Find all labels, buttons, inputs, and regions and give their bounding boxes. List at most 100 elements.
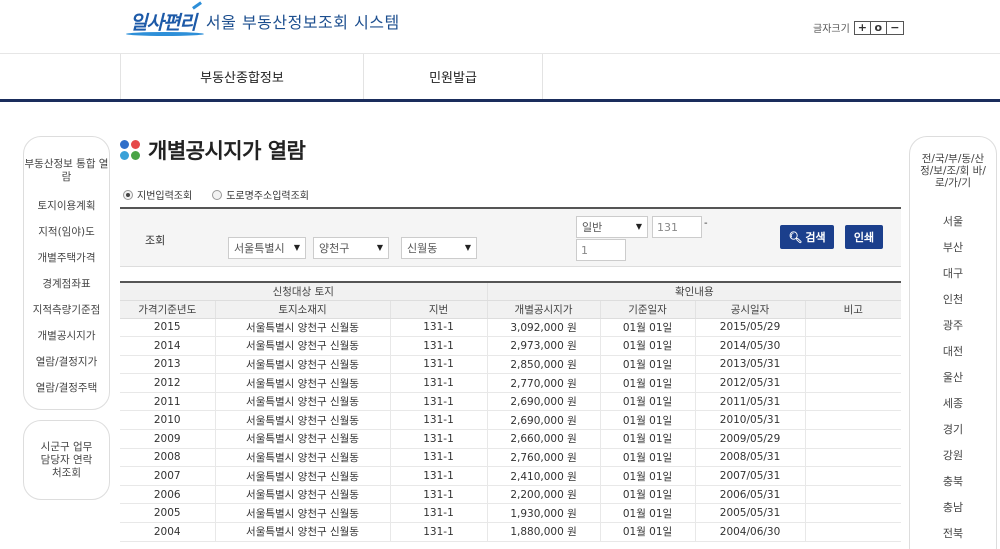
cell-jibun: 131-1 — [389, 318, 488, 338]
logo-pen-icon — [191, 1, 202, 10]
region-link-gwangju[interactable]: 광주 — [910, 313, 996, 339]
left-menu-item-house-price[interactable]: 개별주택가격 — [24, 245, 109, 271]
cell-base-date: 01월 01일 — [599, 355, 696, 375]
cell-location: 서울특별시 양천구 신월동 — [214, 392, 390, 412]
nav-real-estate-info[interactable]: 부동산종합정보 — [120, 54, 363, 99]
cell-year: 2011 — [120, 392, 215, 412]
table-row: 2005 서울특별시 양천구 신월동 131-1 1,930,000 원 01월 01일… — [120, 503, 902, 524]
cell-jibun: 131-1 — [389, 336, 488, 356]
region-link-seoul[interactable]: 서울 — [910, 209, 996, 235]
cell-price: 2,770,000 원 — [486, 373, 601, 393]
land-price-table: 신청대상 토지 확인내용 가격기준년도 토지소재지 지번 개별공시지가 기준일자… — [120, 281, 902, 542]
region-link-jeonbuk[interactable]: 전북 — [910, 521, 996, 547]
region-link-ulsan[interactable]: 울산 — [910, 365, 996, 391]
left-menu-item-land-price[interactable]: 개별공시지가 — [24, 323, 109, 349]
table-row: 2004 서울특별시 양천구 신월동 131-1 1,880,000 원 01월 01일… — [120, 522, 902, 542]
cell-price: 2,760,000 원 — [486, 448, 601, 468]
col-header-base-date: 기준일자 — [599, 300, 696, 319]
radio-circle-checked[interactable] — [123, 189, 133, 200]
region-link-incheon[interactable]: 인천 — [910, 287, 996, 313]
table-row: 2010 서울특별시 양천구 신월동 131-1 2,690,000 원 01월 01일… — [120, 410, 902, 431]
cell-jibun: 131-1 — [389, 503, 488, 524]
search-mode-radios: 지번입력조회 도로명주소입력조회 — [123, 187, 329, 202]
search-panel: 조회 서울특별시 ▼ 양천구 ▼ 신월동 ▼ 일반 ▼ 131 - 1 🔍︎ 검색 인쇄 — [120, 207, 901, 267]
region-link-daejeon[interactable]: 대전 — [910, 339, 996, 365]
radio-jibun-search[interactable]: 지번입력조회 — [123, 187, 192, 202]
nav-civil-documents[interactable]: 민원발급 — [363, 54, 543, 99]
left-menu-item-cadastral-map[interactable]: 지적(임야)도 — [24, 219, 109, 245]
cell-note — [804, 466, 902, 486]
land-type-select[interactable]: 일반 ▼ — [576, 216, 648, 238]
region-link-busan[interactable]: 부산 — [910, 235, 996, 261]
font-size-decrease-button[interactable]: − — [887, 22, 903, 34]
table-row: 2006 서울특별시 양천구 신월동 131-1 2,200,000 원 01월 01일… — [120, 485, 902, 505]
cell-note — [804, 392, 902, 412]
left-menu-item-land-use[interactable]: 토지이용계획 — [24, 193, 109, 219]
sido-select[interactable]: 서울특별시 ▼ — [228, 237, 306, 259]
cell-year: 2007 — [120, 466, 215, 486]
font-size-control: 글자크기 + o − — [813, 20, 904, 35]
contact-lookup-link[interactable]: 시군구 업무담당자 연락처조회 — [23, 420, 110, 500]
left-menu-item-decided-land-price[interactable]: 열람/결정지가 — [24, 349, 109, 375]
table-row: 2013 서울특별시 양천구 신월동 131-1 2,850,000 원 01월 01일… — [120, 355, 902, 375]
cell-location: 서울특별시 양천구 신월동 — [214, 373, 390, 393]
region-link-sejong[interactable]: 세종 — [910, 391, 996, 417]
system-title: 서울 부동산정보조회 시스템 — [205, 13, 400, 32]
cell-jibun: 131-1 — [389, 355, 488, 375]
region-menu-title: 전/국/부/동/산 정/보/조/회 바/로/가/기 — [920, 153, 986, 189]
cell-location: 서울특별시 양천구 신월동 — [214, 448, 390, 468]
cell-jibun: 131-1 — [389, 429, 488, 449]
cell-note — [804, 448, 902, 468]
cell-price: 2,973,000 원 — [486, 336, 601, 356]
region-link-chungnam[interactable]: 충남 — [910, 495, 996, 521]
radio-circle[interactable] — [212, 189, 223, 200]
region-link-gangwon[interactable]: 강원 — [910, 443, 996, 469]
font-size-increase-button[interactable]: + — [855, 21, 871, 34]
cell-jibun: 131-1 — [389, 410, 488, 431]
region-link-gyeonggi[interactable]: 경기 — [910, 417, 996, 443]
left-menu-item-integrated[interactable]: 부동산정보 통합 열람 — [24, 151, 109, 191]
font-size-label: 글자크기 — [813, 24, 850, 35]
cell-note — [804, 503, 902, 524]
cell-price: 2,660,000 원 — [486, 429, 601, 449]
cell-base-date: 01월 01일 — [599, 429, 696, 449]
font-size-reset-button[interactable]: o — [871, 21, 887, 34]
left-menu-item-boundary[interactable]: 경계점좌표 — [24, 271, 109, 297]
bunji-sub-input[interactable]: 1 — [576, 239, 626, 261]
cell-announce-date: 2007/05/31 — [694, 466, 806, 486]
col-header-year: 가격기준년도 — [120, 300, 215, 319]
left-side-menu: 부동산정보 통합 열람 토지이용계획 지적(임야)도 개별주택가격 경계점좌표 … — [23, 136, 110, 410]
cell-announce-date: 2006/05/31 — [694, 485, 806, 505]
cell-location: 서울특별시 양천구 신월동 — [214, 355, 390, 375]
cell-year: 2008 — [120, 448, 215, 468]
cell-base-date: 01월 01일 — [599, 318, 696, 338]
logo-mark: 일사편리 — [126, 1, 204, 36]
sido-value: 서울특별시 — [234, 242, 285, 255]
search-button[interactable]: 🔍︎ 검색 — [780, 225, 834, 249]
dropdown-arrow-icon: ▼ — [293, 243, 300, 252]
cell-jibun: 131-1 — [389, 448, 488, 468]
cell-base-date: 01월 01일 — [599, 466, 696, 486]
table-group-header-row: 신청대상 토지 확인내용 — [120, 282, 902, 301]
cell-year: 2006 — [120, 485, 215, 505]
left-menu-item-survey-point[interactable]: 지적측량기준점 — [24, 297, 109, 323]
left-menu-item-decided-house[interactable]: 열람/결정주택 — [24, 375, 109, 401]
cell-announce-date: 2015/05/29 — [694, 318, 806, 338]
sigungu-select[interactable]: 양천구 ▼ — [313, 237, 389, 259]
dropdown-arrow-icon: ▼ — [464, 243, 471, 252]
cell-price: 3,092,000 원 — [486, 318, 601, 338]
radio-road-address-search[interactable]: 도로명주소입력조회 — [212, 187, 309, 202]
print-button[interactable]: 인쇄 — [845, 225, 883, 249]
col-header-jibun: 지번 — [389, 300, 488, 319]
cell-jibun: 131-1 — [389, 392, 488, 412]
title-dot — [131, 151, 140, 160]
dong-select[interactable]: 신월동 ▼ — [401, 237, 477, 259]
region-link-daegu[interactable]: 대구 — [910, 261, 996, 287]
region-link-chungbuk[interactable]: 충북 — [910, 469, 996, 495]
cell-location: 서울특별시 양천구 신월동 — [214, 522, 390, 542]
bunji-main-input[interactable]: 131 — [652, 216, 702, 238]
cell-base-date: 01월 01일 — [599, 522, 696, 542]
title-dots-icon — [120, 140, 140, 160]
site-logo[interactable]: 일사편리 서울 부동산정보조회 시스템 — [126, 1, 400, 36]
table-row: 2014 서울특별시 양천구 신월동 131-1 2,973,000 원 01월 01일… — [120, 336, 902, 356]
